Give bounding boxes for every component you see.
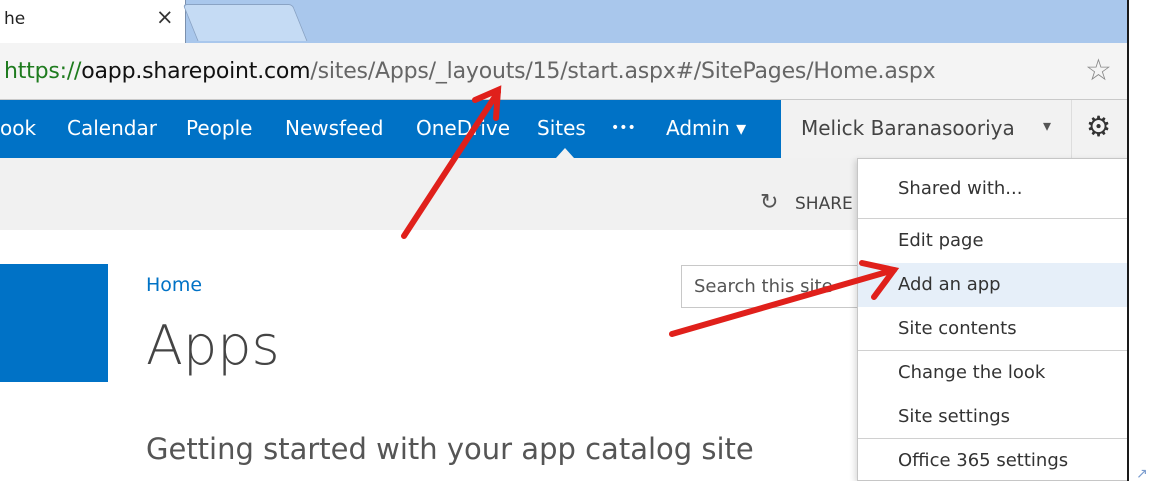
close-tab-icon[interactable]: × (156, 5, 174, 29)
browser-tab-strip: he × (0, 0, 1127, 43)
breadcrumb[interactable]: Home (146, 274, 202, 296)
active-nav-indicator (556, 148, 574, 158)
settings-button[interactable]: ⚙ (1071, 100, 1127, 158)
nav-item-newsfeed[interactable]: Newsfeed (285, 116, 383, 140)
bookmark-star-icon[interactable]: ☆ (1085, 53, 1112, 88)
site-logo[interactable] (0, 264, 108, 382)
section-heading: Getting started with your app catalog si… (146, 432, 754, 466)
menu-item-edit-page[interactable]: Edit page (858, 219, 1127, 263)
browser-tab[interactable]: he × (0, 0, 186, 43)
url-scheme: https:// (4, 59, 82, 84)
screenshot-frame: he × https://oapp.sharepoint.com/sites/A… (0, 0, 1129, 481)
nav-item-admin[interactable]: Admin ▾ (666, 116, 746, 140)
external-link-icon[interactable]: ↗ (1136, 466, 1148, 482)
menu-item-change-the-look[interactable]: Change the look (858, 351, 1127, 395)
user-name: Melick Baranasooriya (801, 116, 1015, 140)
gear-icon: ⚙ (1086, 110, 1112, 143)
nav-item-onedrive[interactable]: OneDrive (416, 116, 510, 140)
menu-item-site-contents[interactable]: Site contents (858, 307, 1127, 351)
address-bar[interactable]: https://oapp.sharepoint.com/sites/Apps/_… (0, 43, 1127, 100)
user-menu[interactable]: Melick Baranasooriya ▾ (781, 100, 1071, 158)
new-tab-button[interactable] (182, 4, 308, 41)
browser-tab-title: he (4, 9, 26, 29)
menu-item-office-365-settings[interactable]: Office 365 settings (858, 439, 1127, 481)
menu-item-shared-with[interactable]: Shared with... (858, 167, 1127, 211)
nav-item-outlook[interactable]: ook (0, 116, 36, 140)
nav-item-calendar[interactable]: Calendar (67, 116, 157, 140)
menu-item-site-settings[interactable]: Site settings (858, 395, 1127, 439)
more-icon[interactable]: ••• (611, 120, 636, 136)
url-text[interactable]: https://oapp.sharepoint.com/sites/Apps/_… (4, 59, 936, 84)
nav-item-sites[interactable]: Sites (537, 116, 586, 140)
chevron-down-icon: ▾ (1043, 116, 1052, 135)
settings-menu: Shared with... Edit page Add an app Site… (857, 158, 1127, 481)
search-input[interactable]: Search this site (681, 265, 861, 308)
menu-item-add-an-app[interactable]: Add an app (858, 263, 1127, 307)
url-host: oapp.sharepoint.com (81, 59, 311, 84)
share-icon[interactable]: ↻ (760, 190, 778, 215)
nav-item-people[interactable]: People (186, 116, 252, 140)
url-path: /sites/Apps/_layouts/15/start.aspx#/Site… (310, 59, 936, 84)
page-title: Apps (146, 314, 280, 377)
share-button[interactable]: SHARE (795, 194, 853, 214)
search-placeholder: Search this site (694, 276, 833, 297)
